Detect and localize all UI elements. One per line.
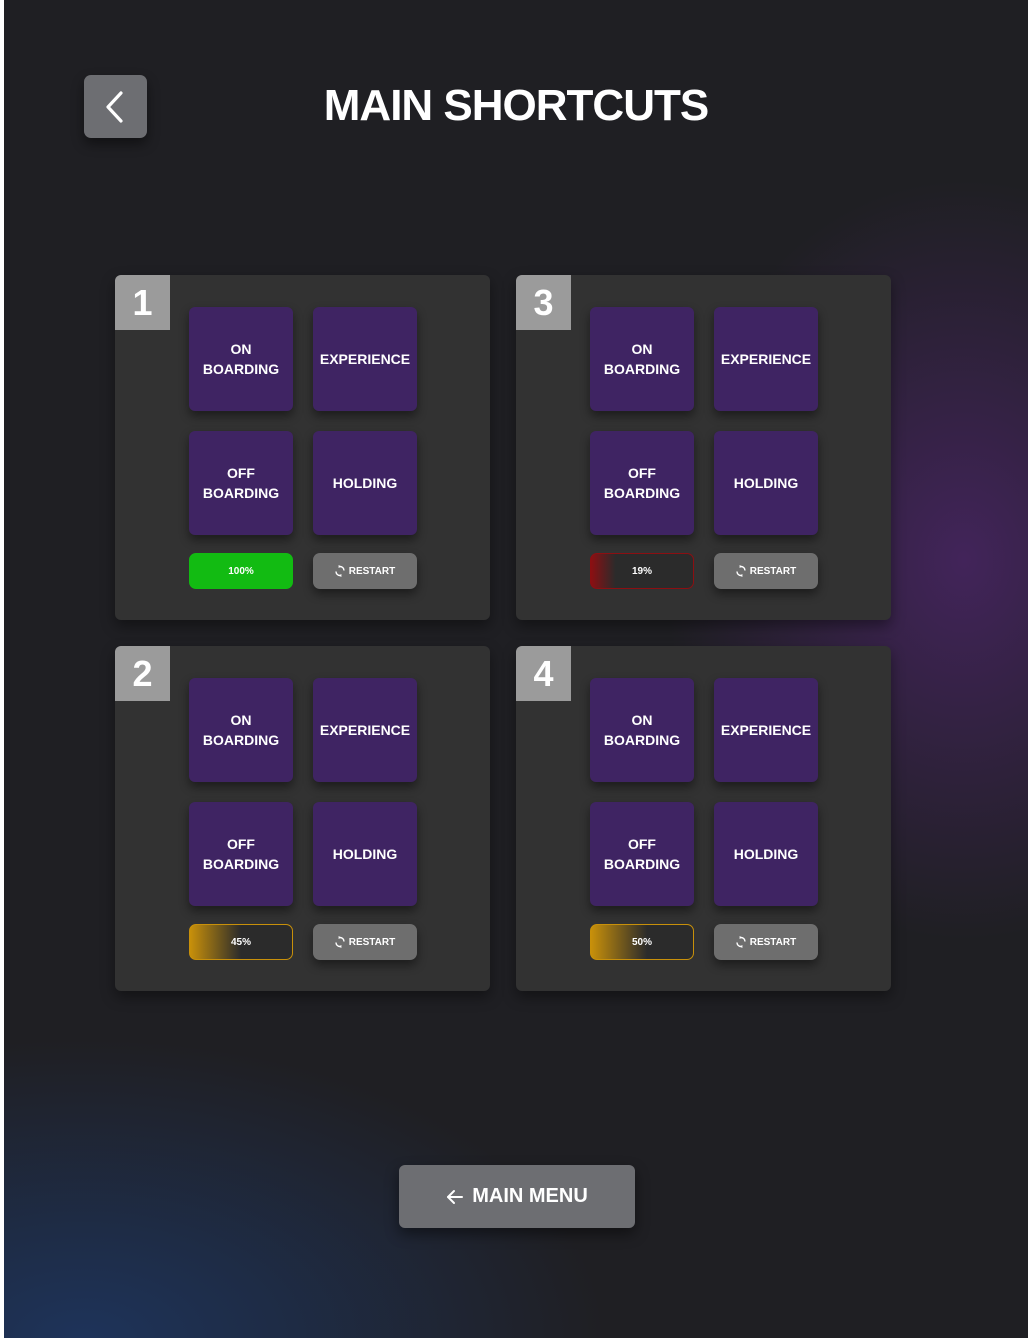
refresh-icon: [335, 565, 345, 577]
progress-indicator: 19%: [590, 553, 694, 589]
onboarding-button[interactable]: ON BOARDING: [590, 678, 694, 782]
progress-indicator: 50%: [590, 924, 694, 960]
onboarding-button[interactable]: ON BOARDING: [189, 678, 293, 782]
progress-indicator: 100%: [189, 553, 293, 589]
progress-indicator: 45%: [189, 924, 293, 960]
offboarding-button[interactable]: OFF BOARDING: [590, 431, 694, 535]
refresh-icon: [335, 936, 345, 948]
main-shortcuts-screen: MAIN SHORTCUTS 1 ON BOARDING EXPERIENCE …: [4, 0, 1028, 1338]
offboarding-button[interactable]: OFF BOARDING: [590, 802, 694, 906]
holding-button[interactable]: HOLDING: [313, 802, 417, 906]
offboarding-button[interactable]: OFF BOARDING: [189, 431, 293, 535]
onboarding-button[interactable]: ON BOARDING: [590, 307, 694, 411]
restart-button[interactable]: RESTART: [714, 553, 818, 589]
main-menu-button[interactable]: MAIN MENU: [399, 1165, 635, 1228]
restart-label: RESTART: [749, 565, 797, 577]
shortcut-panel-4: 4 ON BOARDING EXPERIENCE OFF BOARDING HO…: [516, 646, 891, 991]
offboarding-button[interactable]: OFF BOARDING: [189, 802, 293, 906]
panel-number-badge: 1: [115, 275, 170, 330]
experience-button[interactable]: EXPERIENCE: [714, 307, 818, 411]
panel-number-badge: 4: [516, 646, 571, 701]
shortcut-panel-1: 1 ON BOARDING EXPERIENCE OFF BOARDING HO…: [115, 275, 490, 620]
panel-number-badge: 3: [516, 275, 571, 330]
main-menu-label: MAIN MENU: [472, 1185, 588, 1207]
refresh-icon: [736, 565, 746, 577]
refresh-icon: [736, 936, 746, 948]
progress-label: 19%: [631, 565, 652, 577]
shortcut-panel-2: 2 ON BOARDING EXPERIENCE OFF BOARDING HO…: [115, 646, 490, 991]
holding-button[interactable]: HOLDING: [714, 431, 818, 535]
experience-button[interactable]: EXPERIENCE: [714, 678, 818, 782]
experience-button[interactable]: EXPERIENCE: [313, 307, 417, 411]
restart-button[interactable]: RESTART: [714, 924, 818, 960]
experience-button[interactable]: EXPERIENCE: [313, 678, 417, 782]
progress-label: 45%: [230, 936, 251, 948]
page-title: MAIN SHORTCUTS: [323, 81, 709, 130]
holding-button[interactable]: HOLDING: [313, 431, 417, 535]
restart-label: RESTART: [348, 936, 396, 948]
restart-button[interactable]: RESTART: [313, 553, 417, 589]
onboarding-button[interactable]: ON BOARDING: [189, 307, 293, 411]
restart-label: RESTART: [749, 936, 797, 948]
holding-button[interactable]: HOLDING: [714, 802, 818, 906]
progress-label: 50%: [631, 936, 652, 948]
restart-label: RESTART: [348, 565, 396, 577]
shortcut-panel-3: 3 ON BOARDING EXPERIENCE OFF BOARDING HO…: [516, 275, 891, 620]
arrow-left-icon: [447, 1189, 464, 1204]
panel-number-badge: 2: [115, 646, 170, 701]
restart-button[interactable]: RESTART: [313, 924, 417, 960]
progress-label: 100%: [228, 565, 254, 577]
